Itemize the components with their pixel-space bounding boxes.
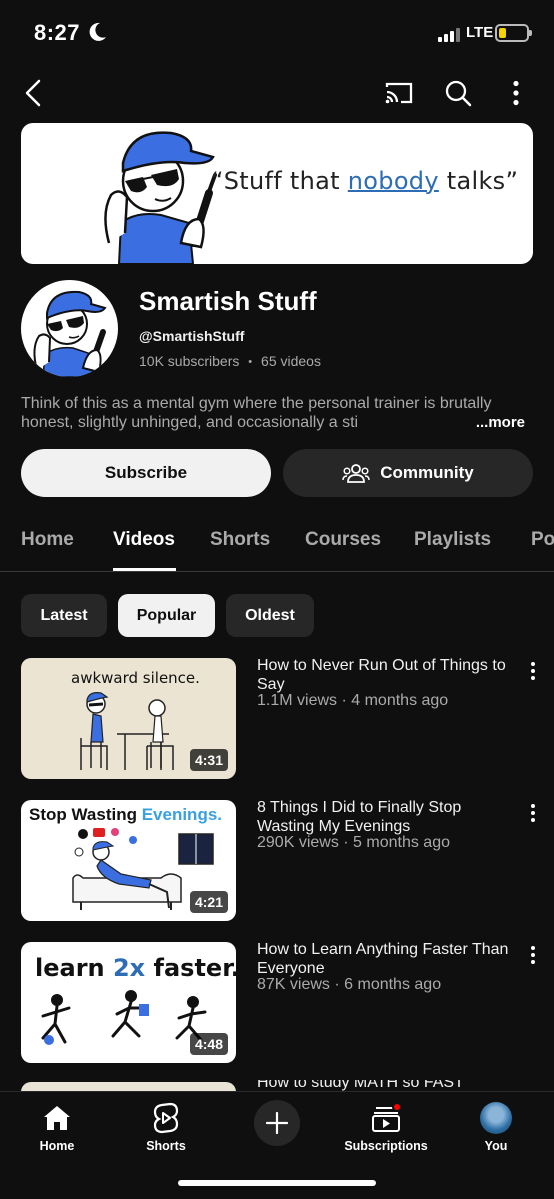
video-title[interactable]: How to Never Run Out of Things to Say bbox=[257, 656, 515, 694]
create-button[interactable] bbox=[254, 1100, 300, 1146]
stats-separator: • bbox=[248, 356, 253, 368]
channel-avatar[interactable] bbox=[21, 280, 118, 377]
video-meta: 1.1M views · 4 months ago bbox=[257, 692, 448, 710]
back-button[interactable] bbox=[16, 76, 50, 110]
video-duration: 4:31 bbox=[189, 749, 228, 771]
video-age: 6 months ago bbox=[344, 976, 442, 993]
signal-icon bbox=[438, 27, 460, 42]
network-label: LTE bbox=[466, 24, 494, 41]
video-title-partial[interactable]: How to study MATH so FAST bbox=[257, 1080, 464, 1091]
video-duration: 4:21 bbox=[189, 891, 228, 913]
banner-quote-before: “Stuff that bbox=[211, 167, 348, 195]
plus-icon bbox=[266, 1112, 288, 1134]
meta-separator: · bbox=[337, 692, 352, 709]
community-icon bbox=[342, 464, 370, 483]
video-menu-button[interactable] bbox=[524, 944, 542, 966]
more-vert-icon bbox=[513, 80, 519, 106]
chip-oldest[interactable]: Oldest bbox=[226, 594, 314, 637]
video-menu-button[interactable] bbox=[524, 802, 542, 824]
nav-subscriptions-label: Subscriptions bbox=[344, 1139, 428, 1153]
community-button[interactable]: Community bbox=[283, 449, 533, 497]
banner-tagline: “Stuff that nobody talks” bbox=[211, 167, 518, 195]
channel-banner: “Stuff that nobody talks” bbox=[21, 123, 533, 264]
search-button[interactable] bbox=[441, 76, 475, 110]
more-link[interactable]: ...more bbox=[451, 413, 525, 432]
chip-latest[interactable]: Latest bbox=[21, 594, 107, 637]
nav-you[interactable]: You bbox=[451, 1100, 541, 1153]
community-label: Community bbox=[380, 463, 474, 482]
top-toolbar bbox=[0, 68, 554, 118]
meta-separator: · bbox=[338, 834, 354, 851]
moon-icon bbox=[89, 22, 106, 41]
video-views: 87K views bbox=[257, 976, 330, 993]
banner-quote-after: talks” bbox=[438, 167, 519, 195]
nav-you-label: You bbox=[484, 1139, 508, 1153]
subscribe-button[interactable]: Subscribe bbox=[21, 449, 271, 497]
shorts-icon bbox=[153, 1102, 179, 1134]
subscriber-count: 10K subscribers bbox=[139, 353, 240, 369]
back-icon bbox=[25, 79, 41, 107]
video-thumbnail[interactable]: Stop Wasting Evenings. 4:21 bbox=[21, 800, 236, 921]
banner-quote-highlight: nobody bbox=[347, 167, 439, 195]
nav-shorts-label: Shorts bbox=[146, 1139, 186, 1153]
video-meta: 290K views · 5 months ago bbox=[257, 834, 450, 852]
nav-subscriptions[interactable]: Subscriptions bbox=[341, 1100, 431, 1153]
description-text: Think of this as a mental gym where the … bbox=[21, 395, 492, 431]
video-item[interactable]: awkward silence. 4:31 How to Never Run O… bbox=[0, 656, 554, 780]
status-bar: 8:27 LTE bbox=[0, 0, 554, 62]
video-title[interactable]: How to Learn Anything Faster Than Everyo… bbox=[257, 940, 515, 978]
avatar-character-illustration bbox=[33, 290, 107, 377]
active-tab-indicator bbox=[113, 568, 176, 571]
tab-home[interactable]: Home bbox=[21, 529, 74, 551]
video-views: 1.1M views bbox=[257, 692, 338, 709]
channel-name: Smartish Stuff bbox=[139, 286, 317, 316]
user-avatar bbox=[480, 1102, 512, 1134]
search-icon bbox=[445, 80, 472, 107]
video-meta: 87K views · 6 months ago bbox=[257, 976, 441, 994]
video-thumbnail[interactable]: awkward silence. 4:31 bbox=[21, 658, 236, 779]
cast-button[interactable] bbox=[382, 76, 416, 110]
home-icon bbox=[44, 1106, 70, 1130]
tab-playlists[interactable]: Playlists bbox=[414, 529, 491, 551]
video-title[interactable]: 8 Things I Did to Finally Stop Wasting M… bbox=[257, 798, 515, 836]
video-title-partial-container: How to study MATH so FAST bbox=[257, 1080, 497, 1091]
video-menu-button[interactable] bbox=[524, 660, 542, 682]
tab-courses[interactable]: Courses bbox=[305, 529, 381, 551]
video-item[interactable]: learn 2x faster. 4:48 How to Learn Anyth… bbox=[0, 940, 554, 1064]
home-indicator bbox=[178, 1180, 376, 1186]
channel-description[interactable]: Think of this as a mental gym where the … bbox=[21, 394, 533, 432]
video-thumbnail[interactable]: learn 2x faster. 4:48 bbox=[21, 942, 236, 1063]
channel-stats: 10K subscribers • 65 videos bbox=[139, 353, 321, 369]
nav-home-label: Home bbox=[39, 1139, 75, 1153]
nav-shorts[interactable]: Shorts bbox=[121, 1100, 211, 1153]
channel-tabs: Home Videos Shorts Courses Playlists Po bbox=[0, 524, 554, 572]
cast-icon bbox=[385, 82, 413, 104]
channel-handle: @SmartishStuff bbox=[139, 328, 245, 344]
tab-videos[interactable]: Videos bbox=[113, 529, 175, 551]
status-time: 8:27 bbox=[34, 20, 81, 45]
notification-dot bbox=[392, 1102, 402, 1112]
video-duration: 4:48 bbox=[189, 1033, 228, 1055]
more-options-button[interactable] bbox=[499, 76, 533, 110]
video-age: 4 months ago bbox=[351, 692, 449, 709]
tab-posts-partial[interactable]: Po bbox=[531, 529, 554, 551]
video-item[interactable]: Stop Wasting Evenings. 4:21 8 Things I D… bbox=[0, 798, 554, 922]
video-age: 5 months ago bbox=[353, 834, 450, 851]
video-views: 290K views bbox=[257, 834, 339, 851]
tab-shorts[interactable]: Shorts bbox=[210, 529, 270, 551]
video-count: 65 videos bbox=[261, 353, 321, 369]
chip-popular[interactable]: Popular bbox=[118, 594, 215, 637]
battery-icon bbox=[495, 24, 532, 42]
meta-separator: · bbox=[329, 976, 345, 993]
nav-home[interactable]: Home bbox=[12, 1100, 102, 1153]
